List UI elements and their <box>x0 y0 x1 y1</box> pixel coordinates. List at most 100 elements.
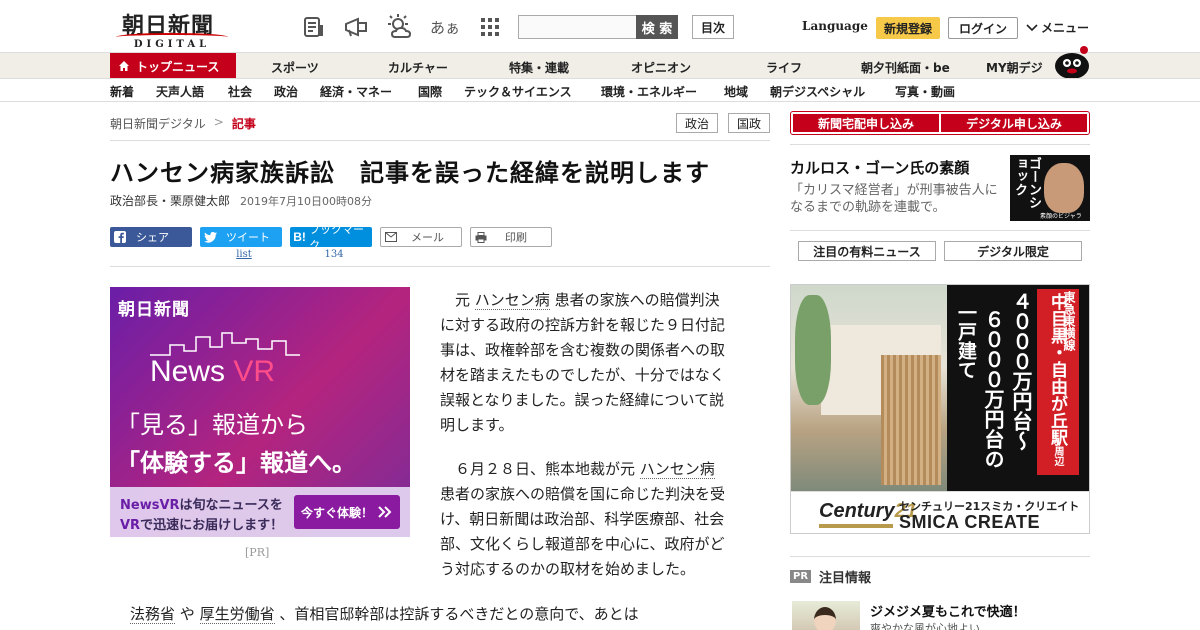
font-size-icon[interactable]: あぁ <box>430 13 460 41</box>
nav-item-opinion[interactable]: オピニオン <box>631 59 691 76</box>
hatena-count[interactable]: 134 <box>290 249 378 260</box>
megaphone-icon[interactable] <box>342 13 370 41</box>
tree <box>795 295 831 405</box>
share-twitter-button[interactable]: ツイート <box>200 227 282 247</box>
nav-item-newspaper[interactable]: 朝夕刊紙面・be <box>861 59 950 76</box>
line: う対応するのかの取材を始めました。 <box>440 560 696 578</box>
fence <box>881 355 941 485</box>
ad-text-col4: ６０００万円台の <box>981 309 1005 469</box>
feature-description[interactable]: 「カリスマ経営者」が刑事被告人になるまでの軌跡を連載で。 <box>790 182 1010 216</box>
ad-text-col5: 一戸建て <box>955 303 977 379</box>
twitter-icon <box>200 227 220 247</box>
divider <box>790 556 1090 557</box>
subnav-tenseijingo[interactable]: 天声人語 <box>156 83 204 100</box>
share-hatena-button[interactable]: B! ブックマーク <box>290 223 372 252</box>
tab-paid-news[interactable]: 注目の有料ニュース <box>798 241 936 261</box>
try-now-button[interactable]: 今すぐ体験！ <box>294 495 400 529</box>
double-chevron-right-icon <box>378 506 392 518</box>
signup-button[interactable]: 新規登録 <box>876 17 940 39</box>
subnav-economy[interactable]: 経済・マネー <box>320 83 392 100</box>
logo-underline <box>819 524 893 528</box>
keyword-link-mhlw[interactable]: 厚生労働省 <box>199 605 275 624</box>
pick-subtitle[interactable]: 爽やかな風が心地よい <box>870 620 980 630</box>
print-button[interactable]: 印刷 <box>470 227 552 247</box>
subnav-tech-science[interactable]: テック＆サイエンス <box>464 83 572 100</box>
toc-button[interactable]: 目次 <box>692 15 734 39</box>
keyword-link-moj[interactable]: 法務省 <box>130 605 176 624</box>
nav-item-features[interactable]: 特集・連載 <box>509 59 569 76</box>
language-link[interactable]: Language <box>802 19 868 33</box>
divider <box>110 266 770 267</box>
subnav-environment[interactable]: 環境・エネルギー <box>601 83 697 100</box>
pr-heading: PR 注目情報 <box>790 567 871 586</box>
nav-top-news[interactable]: トップニュース <box>110 53 236 79</box>
chevron-down-icon <box>1026 23 1038 31</box>
ad-brand: 朝日新聞 <box>118 300 190 320</box>
keyword-link-hansen[interactable]: ハンセン病 <box>639 460 715 479</box>
subnav-society[interactable]: 社会 <box>228 83 252 100</box>
pr-heading-label: 注目情報 <box>819 571 872 586</box>
tag-politics[interactable]: 政治 <box>676 113 718 133</box>
realestate-ad[interactable]: 一戸建て ６０００万円台の ４０００万円台～ 中目黒・自由が丘駅周辺 東急東横線… <box>790 284 1090 534</box>
paper-icon[interactable] <box>300 13 328 41</box>
hatena-icon: B! <box>293 230 306 244</box>
subnav-region[interactable]: 地域 <box>724 83 748 100</box>
subnav-photo-video[interactable]: 写真・動画 <box>895 83 955 100</box>
keyword-link-hansen[interactable]: ハンセン病 <box>474 291 550 310</box>
share-facebook-button[interactable]: シェア <box>110 227 192 247</box>
tab-digital-only[interactable]: デジタル限定 <box>944 241 1082 261</box>
share-facebook-label: シェア <box>136 231 169 244</box>
nav-item-sports[interactable]: スポーツ <box>271 59 319 76</box>
ad-line-1: 「見る」報道から <box>116 411 308 439</box>
twitter-count[interactable]: list <box>200 249 288 260</box>
feature-thumbnail-caption: 素顔のビジャラ <box>1040 213 1082 220</box>
byline: 政治部長・栗原健太郎 2019年7月10日00時08分 <box>110 192 372 209</box>
line: 部、文化くらし報道部を中心に、政府がど <box>440 535 725 553</box>
pick-thumbnail[interactable] <box>792 601 860 630</box>
menu-button[interactable]: メニュー <box>1026 19 1089 36</box>
subnav-politics[interactable]: 政治 <box>274 83 298 100</box>
subnav-new[interactable]: 新着 <box>110 83 134 100</box>
feature-thumbnail[interactable]: ゴーンショック 素顔のビジャラ <box>1010 155 1090 221</box>
print-label: 印刷 <box>505 231 527 244</box>
article-paragraph-2: ６月２８日、熊本地裁が元 ハンセン病 患者の家族への賠償を国に命じた判決を受 け… <box>440 457 770 582</box>
house-photo <box>791 285 947 491</box>
company-name-en: SMICA CREATE <box>899 512 1040 532</box>
mascot-icon <box>1055 46 1089 78</box>
article-title: ハンセン病家族訴訟 記事を誤った経緯を説明します <box>110 159 710 187</box>
menu-label: メニュー <box>1041 21 1090 35</box>
share-mail-button[interactable]: メール <box>380 227 462 247</box>
pick-title[interactable]: ジメジメ夏もこれで快適！ <box>870 601 1026 620</box>
divider <box>790 230 1090 231</box>
line: 事は、政権幹部を含む複数の関係者への取 <box>440 341 726 359</box>
nav-item-life[interactable]: ライフ <box>766 59 802 76</box>
search-button[interactable]: 検 索 <box>636 15 678 39</box>
nav-top-news-label: トップニュース <box>136 59 220 74</box>
login-button[interactable]: ログイン <box>948 17 1018 39</box>
subnav-special[interactable]: 朝デジスペシャル <box>770 83 865 100</box>
mail-icon <box>381 227 401 247</box>
newsvr-logo: News VR <box>150 355 276 388</box>
subscribe-paper-button[interactable]: 新聞宅配申し込み <box>793 114 939 132</box>
subnav-international[interactable]: 国際 <box>418 83 442 100</box>
breadcrumb-home[interactable]: 朝日新聞デジタル <box>110 115 206 132</box>
site-logo[interactable]: 朝日新聞 DIGITAL <box>112 8 230 50</box>
feature-thumbnail-text: ゴーンショック <box>1012 157 1041 209</box>
newsvr-ad[interactable]: 朝日新聞 News VR 「見る」報道から 「体験する」報道へ。 NewsVRは… <box>110 287 410 537</box>
grid-icon[interactable] <box>476 13 504 41</box>
logo-en: DIGITAL <box>133 39 211 50</box>
nav-item-culture[interactable]: カルチャー <box>388 59 448 76</box>
ad-line-2: 「体験する」報道へ。 <box>116 449 356 477</box>
breadcrumb-separator: > <box>213 115 224 129</box>
search-input[interactable] <box>518 15 638 39</box>
article-paragraph-1: 元 ハンセン病 患者の家族への賠償判決 に対する政府の控訴方針を報じた９日付記 … <box>440 288 770 438</box>
line: 元 ハンセン病 患者の家族への賠償判決 <box>440 291 720 310</box>
pr-badge: PR <box>790 570 812 583</box>
nav-item-my-asadigi[interactable]: MY朝デジ <box>986 59 1043 76</box>
feature-title[interactable]: カルロス・ゴーン氏の素顔 <box>790 157 969 178</box>
share-twitter-label: ツイート <box>226 231 270 244</box>
weather-icon[interactable] <box>386 13 414 41</box>
subscribe-digital-button[interactable]: デジタル申し込み <box>941 114 1087 132</box>
line: 患者の家族への賠償を国に命じた判決を受 <box>440 485 726 503</box>
tag-national-politics[interactable]: 国政 <box>728 113 770 133</box>
